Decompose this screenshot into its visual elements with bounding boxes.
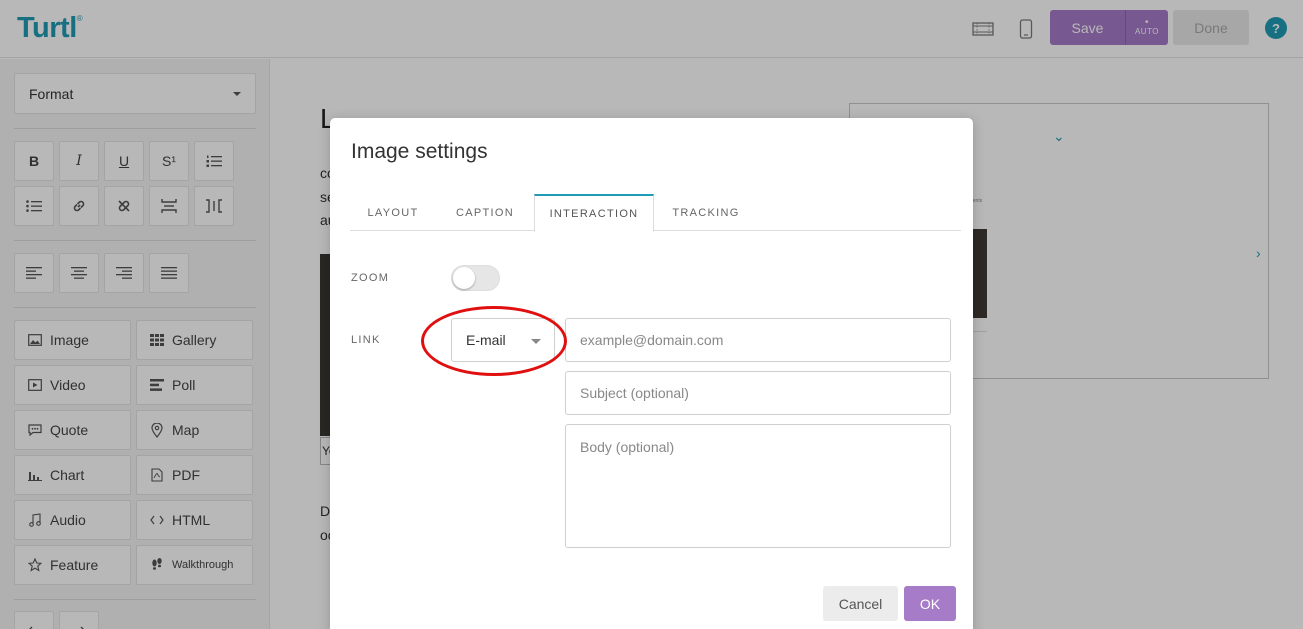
email-field[interactable]: [565, 318, 951, 362]
tab-interaction[interactable]: INTERACTION: [534, 194, 654, 232]
dialog-title: Image settings: [351, 140, 488, 163]
toggle-knob: [453, 267, 475, 289]
tab-caption[interactable]: CAPTION: [438, 194, 532, 231]
chevron-down-icon: [531, 339, 541, 344]
cancel-button[interactable]: Cancel: [823, 586, 898, 621]
subject-field[interactable]: [565, 371, 951, 415]
body-field[interactable]: [565, 424, 951, 548]
tab-layout[interactable]: LAYOUT: [350, 194, 436, 231]
ok-button[interactable]: OK: [904, 586, 956, 621]
link-type-select[interactable]: E-mail: [451, 318, 555, 362]
link-label: LINK: [351, 334, 381, 346]
zoom-label: ZOOM: [351, 272, 390, 284]
image-settings-dialog: Image settings LAYOUT CAPTION INTERACTIO…: [330, 118, 973, 629]
zoom-toggle[interactable]: [451, 265, 500, 291]
tab-tracking[interactable]: TRACKING: [656, 194, 756, 231]
settings-tabs: LAYOUT CAPTION INTERACTION TRACKING: [350, 194, 961, 232]
